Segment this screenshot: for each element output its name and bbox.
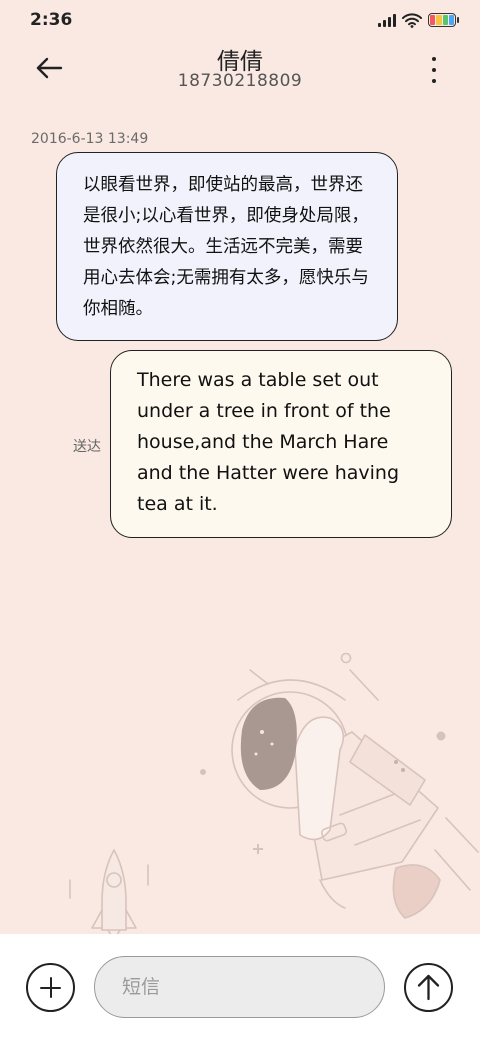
battery-segment bbox=[442, 15, 448, 25]
arrow-up-icon bbox=[417, 974, 440, 1001]
astronaut-wallpaper-illustration bbox=[69, 652, 479, 940]
more-vertical-icon bbox=[432, 57, 436, 61]
delivery-status: 送达 bbox=[73, 439, 101, 455]
battery-segment bbox=[436, 15, 442, 25]
outgoing-message-text: There was a table set out under a tree i… bbox=[137, 369, 400, 515]
signal-icon bbox=[378, 13, 396, 27]
battery-segment bbox=[430, 15, 436, 25]
add-attachment-button[interactable] bbox=[26, 963, 75, 1012]
status-time: 2:36 bbox=[30, 10, 73, 30]
send-button[interactable] bbox=[404, 963, 453, 1012]
incoming-message-bubble[interactable]: 以眼看世界，即使站的最高，世界还是很小;以心看世界，即使身处局限，世界依然很大。… bbox=[56, 152, 398, 341]
status-icons bbox=[378, 12, 459, 28]
message-composer bbox=[0, 934, 480, 1040]
more-options-button[interactable] bbox=[422, 57, 446, 83]
contact-phone-number: 18730218809 bbox=[177, 71, 303, 91]
conversation-header: 倩倩 18730218809 bbox=[0, 40, 480, 100]
status-bar: 2:36 bbox=[0, 0, 480, 40]
wifi-icon bbox=[402, 12, 422, 28]
battery-icon bbox=[428, 13, 459, 27]
incoming-message-text: 以眼看世界，即使站的最高，世界还是很小;以心看世界，即使身处局限，世界依然很大。… bbox=[83, 175, 369, 319]
outgoing-message-bubble[interactable]: There was a table set out under a tree i… bbox=[110, 350, 452, 538]
message-timestamp: 2016-6-13 13:49 bbox=[31, 131, 149, 147]
battery-segment bbox=[448, 15, 454, 25]
message-input[interactable] bbox=[94, 956, 385, 1018]
